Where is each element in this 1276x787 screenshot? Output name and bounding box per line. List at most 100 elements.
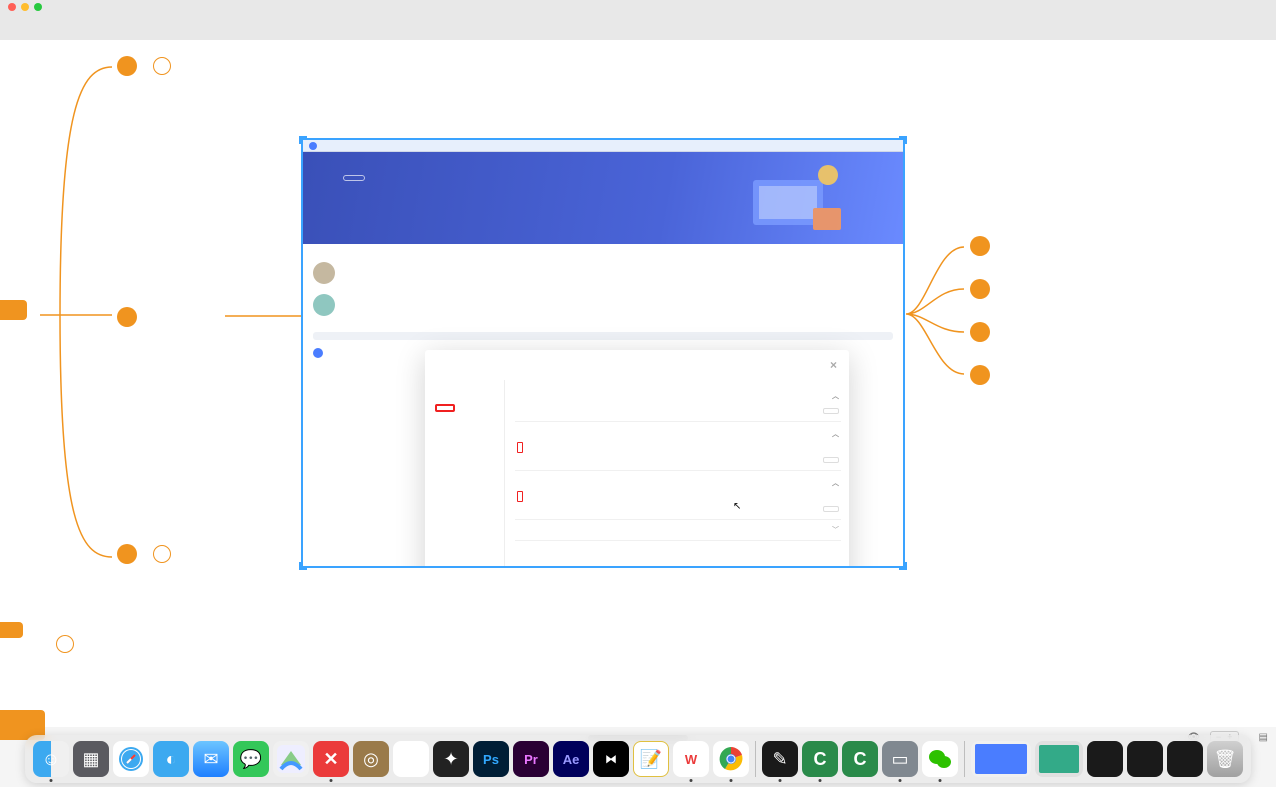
number-badge <box>970 322 990 342</box>
capcut-icon[interactable]: ⧓ <box>593 741 629 777</box>
embedded-screenshot: × ︿ <box>303 140 903 566</box>
highlight-text <box>517 442 523 453</box>
relationship-button[interactable] <box>619 23 633 36</box>
share-button[interactable] <box>1252 23 1266 36</box>
modal-sidebar <box>425 380 505 566</box>
wechat-icon[interactable] <box>922 741 958 777</box>
badge-count <box>153 57 171 75</box>
notification-item: ︿ <box>515 422 841 471</box>
toolbar-center-group <box>571 23 705 36</box>
photoshop-icon[interactable]: Ps <box>473 741 509 777</box>
promo-banner <box>303 152 903 244</box>
aftereffects-icon[interactable]: Ae <box>553 741 589 777</box>
relationship-icon <box>619 23 633 35</box>
minimized-window[interactable] <box>1127 741 1163 777</box>
root-node-2[interactable] <box>0 622 23 638</box>
subnode-daren-recruit[interactable] <box>970 279 998 299</box>
sidebar-item-coop[interactable] <box>425 398 504 420</box>
number-badge <box>970 236 990 256</box>
subnode-daren-select[interactable] <box>970 236 998 256</box>
stats-panel <box>855 166 899 176</box>
chevron-up-icon[interactable]: ︿ <box>832 429 839 439</box>
view-outline-button[interactable] <box>36 23 50 36</box>
view-button[interactable] <box>823 506 839 512</box>
window-traffic-lights <box>0 0 1276 14</box>
wps-icon[interactable]: W <box>673 741 709 777</box>
camtasia-icon[interactable]: C <box>802 741 838 777</box>
notification-item: ︿ <box>515 384 841 422</box>
messages-icon[interactable]: 💬 <box>233 741 269 777</box>
daren-card <box>313 294 893 316</box>
banner-cta-button[interactable] <box>343 175 365 181</box>
launchpad-icon[interactable]: ▦ <box>73 741 109 777</box>
subnode-leader-recruit[interactable] <box>970 322 998 342</box>
app-icon[interactable]: ✦ <box>433 741 469 777</box>
topic-icon <box>571 23 585 35</box>
todo-icon[interactable]: ✕ <box>313 741 349 777</box>
subnode-merchant-invite[interactable] <box>970 365 998 385</box>
app-icon[interactable]: ▭ <box>882 741 918 777</box>
minimized-window[interactable] <box>1087 741 1123 777</box>
highlight-text <box>517 491 523 502</box>
view-mindmap-button[interactable] <box>10 23 24 36</box>
notes-icon[interactable]: 📝 <box>633 741 669 777</box>
close-window-icon[interactable] <box>8 3 16 11</box>
number-badge <box>970 365 990 385</box>
connector-lines <box>225 310 303 322</box>
app-icon[interactable]: ✎ <box>762 741 798 777</box>
minimized-window[interactable] <box>1035 741 1083 777</box>
connector-lines <box>40 60 120 570</box>
fullscreen-window-icon[interactable] <box>34 3 42 11</box>
premiere-icon[interactable]: Pr <box>513 741 549 777</box>
topic-button[interactable] <box>571 23 585 36</box>
subnode-search-ecom[interactable] <box>117 544 179 564</box>
calendar-icon[interactable] <box>393 741 429 777</box>
embedded-image-node[interactable]: × ︿ <box>301 138 905 568</box>
maps-icon[interactable] <box>273 741 309 777</box>
sidebar-item-store[interactable] <box>425 386 504 398</box>
boundary-icon <box>667 23 681 35</box>
minimize-window-icon[interactable] <box>21 3 29 11</box>
view-button[interactable] <box>823 457 839 463</box>
badge-count <box>56 635 74 653</box>
chevron-up-icon[interactable]: ︿ <box>832 391 839 401</box>
safari-icon[interactable] <box>113 741 149 777</box>
zen-button[interactable] <box>1226 23 1240 36</box>
summary-button[interactable] <box>643 23 657 36</box>
finder-icon[interactable]: ☺ <box>33 741 69 777</box>
app-icon[interactable]: ◎ <box>353 741 389 777</box>
toolbar-right-group <box>1226 23 1266 36</box>
sidebar-item-survey[interactable] <box>425 432 504 444</box>
toolbar-left-group <box>10 23 50 36</box>
note-icon <box>691 23 705 35</box>
note-button[interactable] <box>691 23 705 36</box>
camtasia-icon[interactable]: C <box>842 741 878 777</box>
minimized-window[interactable] <box>1167 741 1203 777</box>
outline-icon <box>36 23 50 35</box>
subnode-guess-like[interactable] <box>117 56 179 76</box>
dock-separator <box>964 741 965 777</box>
boundary-button[interactable] <box>667 23 681 36</box>
close-icon[interactable]: × <box>830 358 837 372</box>
mail-icon[interactable]: ✉ <box>193 741 229 777</box>
root-node-1[interactable] <box>0 300 27 320</box>
subtopic-button[interactable] <box>595 23 609 36</box>
dock-separator <box>755 741 756 777</box>
view-button[interactable] <box>823 408 839 414</box>
number-badge <box>117 544 137 564</box>
minimized-window[interactable] <box>971 741 1031 777</box>
chevron-up-icon[interactable]: ︿ <box>832 478 839 488</box>
notification-item: ﹀ <box>515 520 841 541</box>
number-badge <box>117 307 137 327</box>
sidebar-item-platform[interactable] <box>425 420 504 432</box>
trash-icon[interactable]: 🗑 <box>1207 741 1243 777</box>
subnode-daren-supply[interactable] <box>117 307 145 327</box>
chevron-down-icon[interactable]: ﹀ <box>832 525 839 535</box>
avatar <box>313 262 335 284</box>
notification-item: ︿ ↖ <box>515 471 841 520</box>
mindmap-icon <box>10 23 24 35</box>
format-panel-icon[interactable]: ▤ <box>1259 732 1268 743</box>
qq-browser-icon[interactable]: ◐ <box>153 741 189 777</box>
chrome-icon[interactable] <box>713 741 749 777</box>
mindmap-canvas[interactable]: × ︿ <box>0 40 1276 727</box>
